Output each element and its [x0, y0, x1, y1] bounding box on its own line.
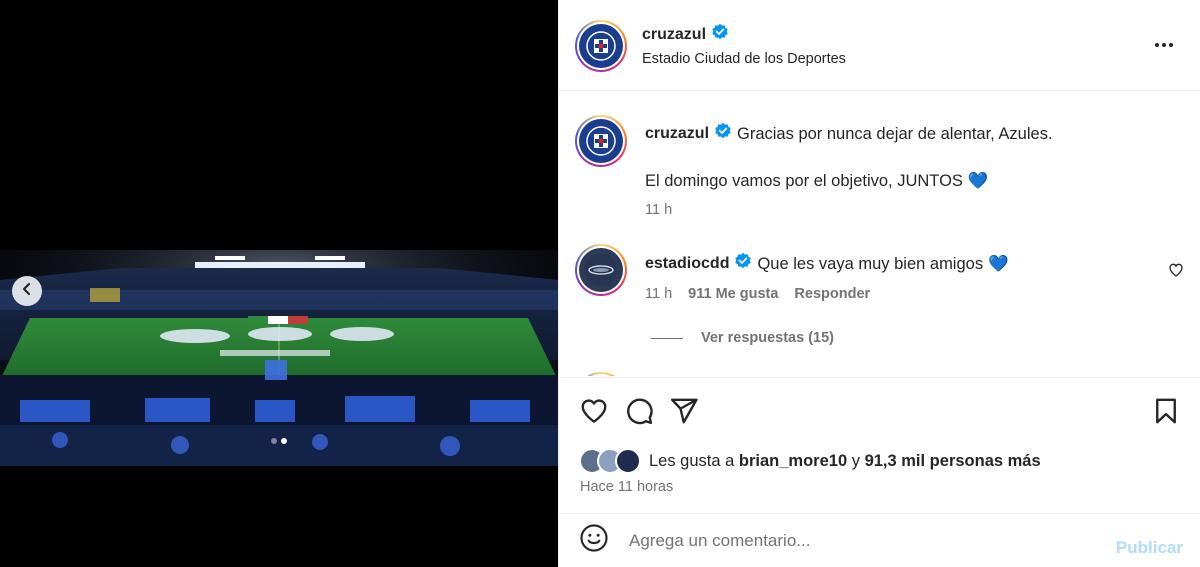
comment-likes[interactable]: 911 Me gusta — [688, 286, 778, 302]
view-replies-label: Ver respuestas (15) — [701, 330, 834, 346]
action-icons-row — [579, 396, 699, 431]
likes-text: Les gusta a brian_more10 y 91,3 mil pers… — [649, 452, 1041, 471]
post-header: cruzazul Estadio Ciudad de los Deportes — [559, 0, 1200, 91]
comment-row: estadiocdd Que les vaya muy bien amigos … — [645, 252, 1009, 275]
liker-username[interactable]: brian_more10 — [739, 452, 847, 470]
share-button[interactable] — [669, 396, 699, 431]
author-username[interactable]: cruzazul — [642, 26, 706, 44]
heart-outline-icon — [579, 399, 609, 430]
comment-meta: 11 h 911 Me gusta Responder — [645, 286, 870, 302]
blue-heart-emoji: 💙 — [967, 172, 989, 190]
post-location[interactable]: Estadio Ciudad de los Deportes — [642, 51, 846, 67]
caption-time[interactable]: 11 h — [645, 202, 672, 218]
post-side-panel: cruzazul Estadio Ciudad de los Deportes … — [558, 0, 1200, 567]
header-username-row: cruzazul — [642, 23, 729, 46]
cruz-azul-logo — [579, 119, 623, 163]
caption-meta: 11 h — [645, 202, 672, 218]
author-avatar[interactable] — [575, 20, 627, 72]
comment-like-button[interactable] — [1168, 262, 1184, 283]
likes-count[interactable]: 91,3 mil personas más — [865, 452, 1041, 470]
more-horizontal-icon — [1153, 43, 1175, 60]
comment-input[interactable] — [629, 530, 1089, 551]
commenter-avatar[interactable] — [575, 244, 627, 296]
comment-username[interactable]: estadiocdd — [645, 255, 729, 273]
caption-author-avatar[interactable] — [575, 115, 627, 167]
comment-button[interactable] — [624, 396, 654, 431]
emoji-button[interactable] — [579, 523, 609, 558]
comments-section: cruzazul Gracias por nunca dejar de alen… — [559, 92, 1200, 376]
carousel-dot — [271, 438, 277, 444]
comment-time[interactable]: 11 h — [645, 286, 672, 302]
comment-bubble-icon — [624, 398, 654, 430]
reply-button[interactable]: Responder — [794, 286, 870, 302]
cruz-azul-logo — [579, 24, 623, 68]
bookmark-icon — [1151, 398, 1181, 430]
blue-heart-emoji: 💙 — [988, 254, 1009, 273]
comment-text: Que les vaya muy bien amigos — [757, 254, 984, 273]
view-replies-button[interactable]: Ver respuestas (15) — [651, 330, 834, 346]
carousel-prev-button[interactable] — [12, 276, 42, 306]
post-timestamp[interactable]: Hace 11 horas — [580, 479, 673, 495]
carousel-dot — [281, 438, 287, 444]
verified-badge-icon — [711, 23, 729, 46]
caption-line-2: El domingo vamos por el objetivo, JUNTOS — [645, 172, 963, 190]
add-comment-bar: Publicar — [559, 513, 1200, 567]
caption-row: cruzazul Gracias por nunca dejar de alen… — [645, 122, 1053, 145]
replies-divider — [651, 337, 683, 339]
estadio-logo — [579, 248, 623, 292]
likes-summary: Les gusta a brian_more10 y 91,3 mil pers… — [579, 448, 1041, 474]
save-button[interactable] — [1151, 396, 1181, 431]
caption-line-2-wrap: El domingo vamos por el objetivo, JUNTOS… — [645, 170, 988, 192]
like-button[interactable] — [579, 396, 609, 431]
carousel-dots — [0, 438, 558, 444]
heart-outline-icon — [1168, 263, 1184, 282]
paper-plane-icon — [669, 398, 699, 430]
more-options-button[interactable] — [1153, 34, 1175, 61]
likes-prefix: Les gusta a — [649, 451, 735, 470]
verified-badge-icon — [734, 252, 752, 275]
verified-badge-icon — [714, 122, 732, 145]
next-commenter-avatar[interactable] — [575, 372, 627, 376]
caption-line-1: Gracias por nunca dejar de alentar, Azul… — [737, 124, 1053, 143]
post-actions: Les gusta a brian_more10 y 91,3 mil pers… — [559, 377, 1200, 513]
caption-username[interactable]: cruzazul — [645, 125, 709, 143]
post-media — [0, 0, 558, 567]
likes-middle: y — [851, 451, 860, 470]
stadium-photo — [0, 250, 558, 466]
publish-button[interactable]: Publicar — [1116, 538, 1183, 558]
liker-avatar[interactable] — [615, 448, 641, 474]
chevron-left-icon — [20, 282, 34, 301]
smiley-face-icon — [579, 524, 609, 557]
